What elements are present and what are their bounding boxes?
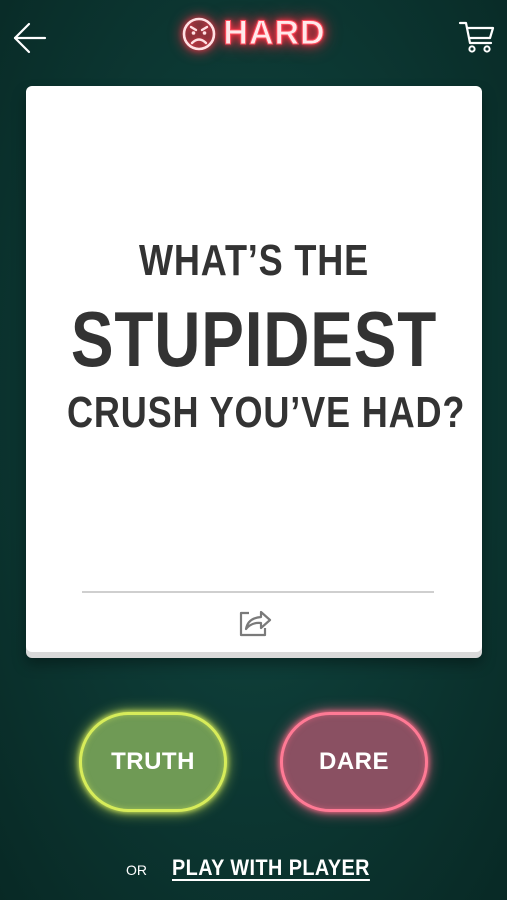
share-button[interactable]	[235, 601, 273, 639]
difficulty-header: HARD	[0, 14, 507, 53]
play-with-player-row: OR PLAY WITH PLAYER	[0, 855, 507, 881]
card-divider	[82, 591, 434, 593]
top-bar: HARD	[0, 0, 507, 76]
play-with-player-link[interactable]: PLAY WITH PLAYER	[172, 855, 370, 881]
question-line-3: CRUSH YOU’VE HAD?	[67, 388, 466, 437]
question-line-2: STUPIDEST	[70, 295, 438, 383]
question-line-1: WHAT’S THE	[138, 236, 370, 285]
shopping-cart-icon	[458, 21, 495, 53]
question-card: WHAT’S THE STUPIDEST CRUSH YOU’VE HAD?	[26, 86, 482, 652]
dare-button[interactable]: DARE	[280, 712, 428, 812]
difficulty-title: HARD	[223, 14, 326, 53]
truth-button[interactable]: TRUTH	[79, 712, 227, 812]
cart-button[interactable]	[457, 16, 497, 56]
or-label: OR	[126, 862, 148, 878]
share-icon	[239, 610, 272, 637]
sad-face-icon	[183, 17, 216, 50]
